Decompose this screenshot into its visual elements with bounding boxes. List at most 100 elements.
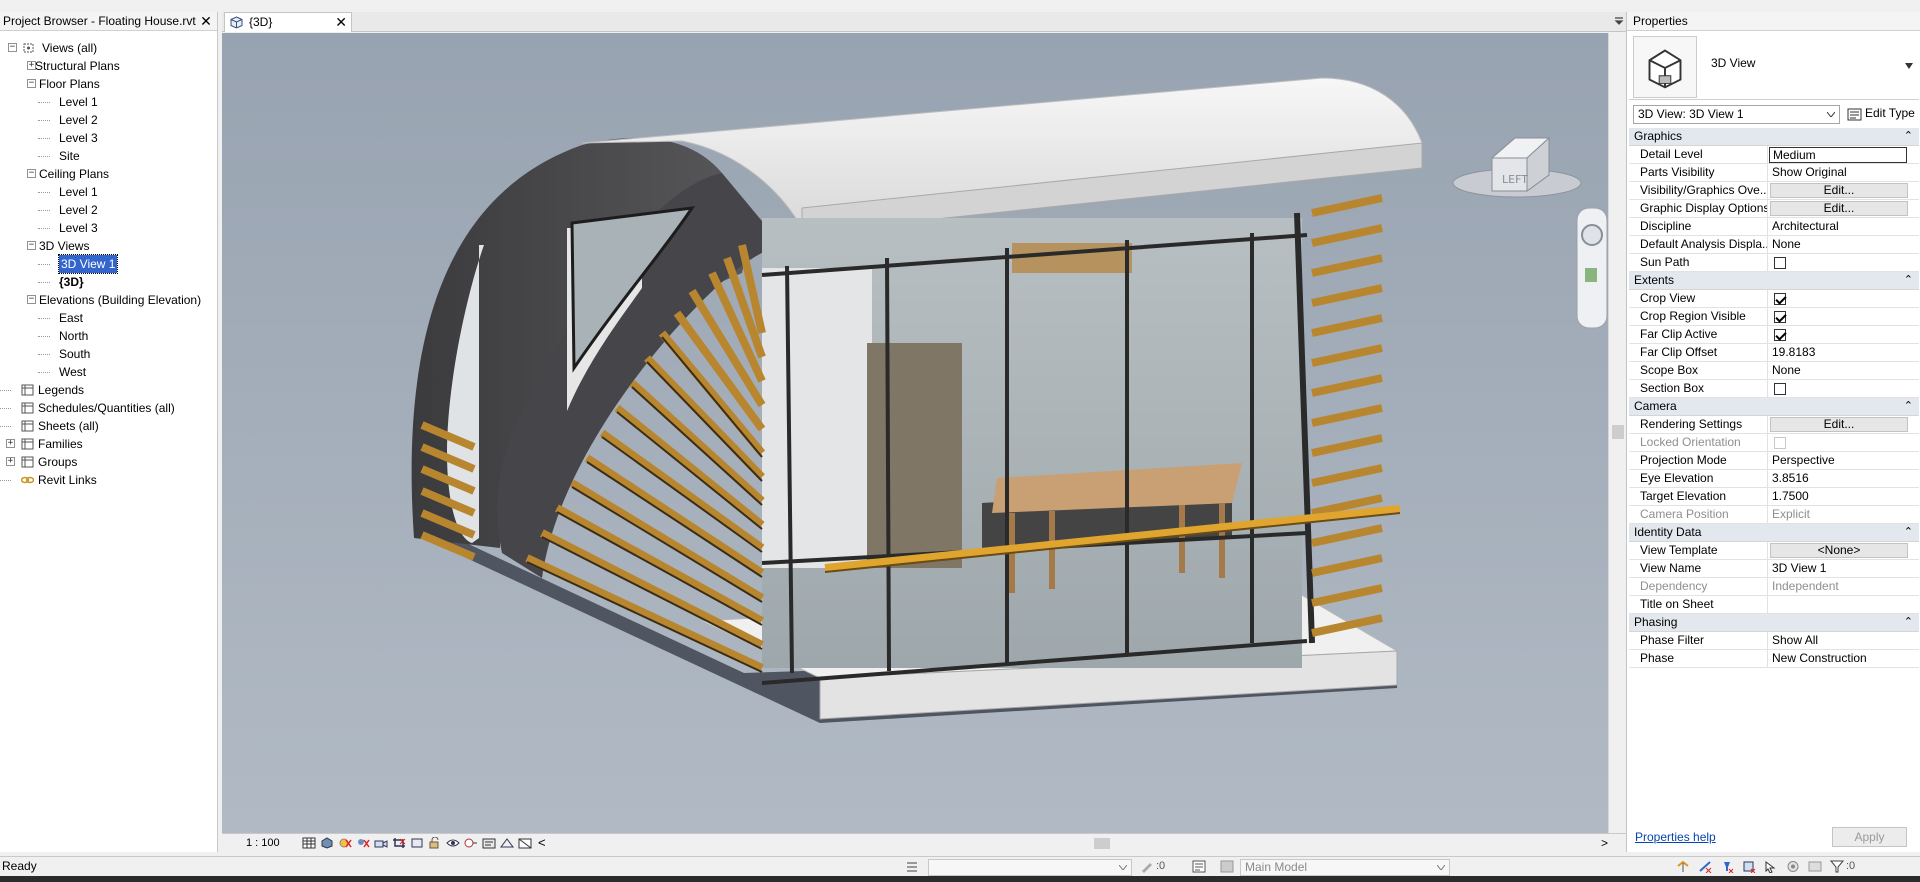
rendering-icon[interactable] (374, 837, 388, 849)
property-value[interactable]: Perspective (1769, 452, 1919, 470)
collapse-group-icon[interactable]: ⌃ (1904, 614, 1913, 631)
tree-item[interactable]: Site (59, 147, 80, 165)
collapse-group-icon[interactable]: ⌃ (1904, 398, 1913, 415)
collapse-group-icon[interactable]: ⌃ (1904, 272, 1913, 289)
property-value[interactable]: 1.7500 (1769, 488, 1919, 506)
tree-item[interactable]: Sheets (all) (38, 417, 99, 435)
close-icon[interactable]: ✕ (199, 12, 213, 31)
floating-house-model[interactable]: LEFT (222, 33, 1617, 833)
apply-button[interactable]: Apply (1832, 827, 1907, 847)
tree-item[interactable]: Level 3 (59, 129, 98, 147)
collapse-group-icon[interactable]: ⌃ (1904, 524, 1913, 541)
background-processes-icon[interactable] (1786, 860, 1800, 873)
tree-item[interactable]: Floor Plans (39, 75, 100, 93)
editable-only-icon[interactable] (1140, 860, 1154, 873)
property-group-header[interactable]: Extents ⌃ (1629, 272, 1919, 290)
edit-type-button[interactable]: Edit Type (1845, 105, 1920, 124)
property-edit-button[interactable]: Edit... (1770, 183, 1908, 198)
tree-item[interactable]: {3D} (59, 273, 84, 291)
expand-icon[interactable]: + (6, 457, 15, 466)
collapse-icon[interactable]: − (27, 241, 36, 250)
collapse-group-icon[interactable]: ⌃ (1904, 128, 1913, 145)
detail-level-icon[interactable] (302, 837, 316, 849)
tree-item[interactable]: Legends (38, 381, 84, 399)
select-by-face-icon[interactable] (1742, 860, 1756, 873)
property-value[interactable]: 3D View 1 (1769, 560, 1919, 578)
horizontal-scrollbar-thumb[interactable] (1094, 838, 1110, 849)
tab-3d-view[interactable]: {3D} ✕ (224, 12, 352, 32)
chevron-down-icon[interactable] (1905, 63, 1913, 69)
property-value[interactable]: Show All (1769, 632, 1919, 650)
property-value[interactable]: 3.8516 (1769, 470, 1919, 488)
editable-elements-icon[interactable] (1808, 860, 1822, 873)
tree-item[interactable]: Level 1 (59, 93, 98, 111)
worksets-icon[interactable] (905, 860, 919, 873)
view-scale[interactable]: 1 : 100 (246, 834, 280, 852)
drag-elements-icon[interactable] (1764, 860, 1778, 873)
collapse-icon[interactable]: − (27, 79, 36, 88)
property-value[interactable]: 19.8183 (1769, 344, 1919, 362)
visual-style-icon[interactable] (320, 837, 334, 849)
property-value[interactable]: New Construction (1769, 650, 1919, 668)
unlocked-view-icon[interactable] (428, 837, 442, 849)
property-group-header[interactable]: Identity Data ⌃ (1629, 524, 1919, 542)
tree-item[interactable]: Families (38, 435, 83, 453)
property-checkbox[interactable] (1774, 257, 1786, 269)
property-checkbox[interactable] (1774, 311, 1786, 323)
active-workset-combo[interactable] (928, 859, 1132, 876)
design-option-combo[interactable]: Main Model (1240, 859, 1450, 876)
tree-item[interactable]: Level 2 (59, 201, 98, 219)
property-group-header[interactable]: Phasing ⌃ (1629, 614, 1919, 632)
navigation-bar[interactable] (1576, 207, 1608, 329)
reveal-hidden-icon[interactable] (464, 837, 478, 849)
design-options-icon[interactable] (1192, 860, 1206, 873)
tree-item[interactable]: Level 3 (59, 219, 98, 237)
tree-item[interactable]: Level 2 (59, 111, 98, 129)
crop-view-icon[interactable] (392, 837, 406, 849)
close-icon[interactable]: ✕ (335, 13, 347, 31)
property-value[interactable]: Architectural (1769, 218, 1919, 236)
expand-icon[interactable]: + (6, 439, 15, 448)
property-checkbox[interactable] (1774, 383, 1786, 395)
property-group-header[interactable]: Graphics ⌃ (1629, 128, 1919, 146)
scrollbar-thumb[interactable] (1612, 425, 1624, 439)
property-value[interactable]: Medium (1769, 147, 1907, 163)
collapse-icon[interactable]: − (8, 43, 17, 52)
tree-item[interactable]: Schedules/Quantities (all) (38, 399, 175, 417)
property-value[interactable] (1769, 596, 1919, 614)
tree-item[interactable]: South (59, 345, 90, 363)
tree-item[interactable]: 3D View 1 (57, 254, 119, 274)
tab-list-menu-icon[interactable] (1614, 16, 1624, 26)
property-value[interactable]: Show Original (1769, 164, 1919, 182)
tree-item[interactable]: Structural Plans (35, 57, 120, 75)
filter-icon[interactable] (1830, 860, 1844, 873)
properties-help-link[interactable]: Properties help (1635, 830, 1716, 844)
design-options-disabled-icon[interactable] (1220, 860, 1234, 873)
tree-item[interactable]: Elevations (Building Elevation) (39, 291, 201, 309)
select-links-icon[interactable] (1676, 860, 1690, 873)
instance-selector[interactable]: 3D View: 3D View 1 (1633, 105, 1840, 124)
view-cube[interactable]: LEFT (1452, 136, 1582, 198)
type-selector[interactable]: 3D View (1629, 34, 1919, 100)
select-pinned-icon[interactable] (1720, 860, 1734, 873)
3d-viewport[interactable]: LEFT (222, 33, 1617, 833)
highlight-displacement-icon[interactable] (518, 837, 532, 849)
collapse-icon[interactable]: − (27, 169, 36, 178)
collapse-icon[interactable]: − (27, 295, 36, 304)
tree-item[interactable]: Ceiling Plans (39, 165, 109, 183)
show-analytical-model-icon[interactable] (500, 837, 514, 849)
tree-item[interactable]: West (59, 363, 86, 381)
temporary-view-properties-icon[interactable] (482, 837, 496, 849)
shadows-icon[interactable] (356, 837, 370, 849)
property-edit-button[interactable]: <None> (1770, 543, 1908, 558)
tree-item[interactable]: Views (all) (42, 39, 97, 57)
property-value[interactable]: None (1769, 236, 1919, 254)
select-underlay-icon[interactable] (1698, 860, 1712, 873)
tree-item[interactable]: East (59, 309, 83, 327)
tree-item[interactable]: Level 1 (59, 183, 98, 201)
vertical-scrollbar[interactable] (1608, 33, 1626, 833)
scroll-right-icon[interactable]: > (1601, 834, 1608, 852)
collapse-view-control-icon[interactable]: < (538, 834, 546, 852)
tree-item[interactable]: North (59, 327, 88, 345)
sun-path-icon[interactable] (338, 837, 352, 849)
